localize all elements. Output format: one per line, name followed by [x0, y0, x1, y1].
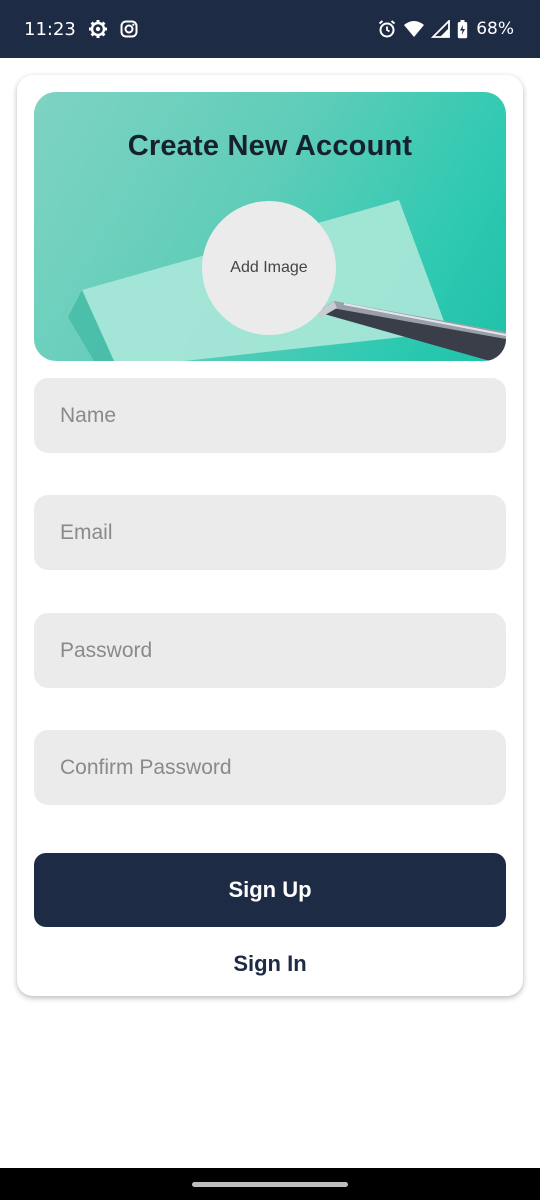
cell-signal-icon	[431, 20, 451, 38]
status-left: 11:23	[24, 19, 138, 40]
status-right: 68%	[377, 19, 514, 39]
add-image-label: Add Image	[230, 259, 308, 276]
instagram-icon	[120, 20, 138, 38]
status-time: 11:23	[24, 18, 76, 40]
sign-up-button[interactable]: Sign Up	[34, 853, 506, 927]
navigation-bar	[0, 1168, 540, 1200]
email-input[interactable]	[34, 495, 506, 570]
battery-charging-icon	[457, 19, 468, 39]
password-input[interactable]	[34, 613, 506, 688]
hero-banner: Create New Account Add Image	[34, 92, 506, 361]
status-bar: 11:23 68%	[0, 0, 540, 58]
sign-in-link[interactable]: Sign In	[17, 951, 523, 977]
home-gesture-handle[interactable]	[192, 1182, 348, 1187]
page-title: Create New Account	[127, 130, 413, 162]
confirm-password-input[interactable]	[34, 730, 506, 805]
settings-gear-icon	[88, 19, 108, 39]
alarm-icon	[377, 19, 397, 39]
wifi-icon	[403, 20, 425, 38]
signup-card: Create New Account Add Image Sign Up Sig…	[17, 75, 523, 996]
add-image-button[interactable]: Add Image	[202, 201, 336, 335]
name-input[interactable]	[34, 378, 506, 453]
battery-percentage: 68%	[476, 19, 514, 39]
